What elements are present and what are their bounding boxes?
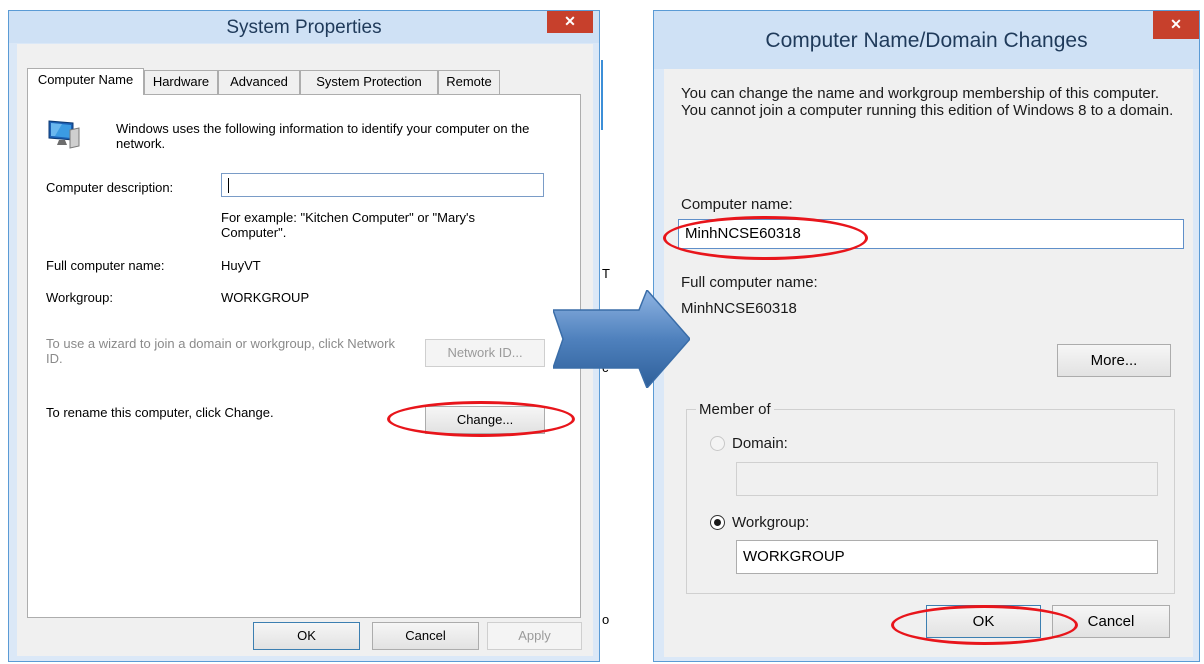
system-properties-dialog: System Properties ✕ Computer Name Hardwa… — [8, 10, 600, 662]
intro-text: You can change the name and workgroup me… — [681, 85, 1174, 119]
cancel-button[interactable]: Cancel — [1052, 605, 1170, 638]
network-id-hint: To use a wizard to join a domain or work… — [46, 336, 395, 366]
full-computer-name-label: Full computer name: — [681, 274, 818, 291]
close-icon: ✕ — [564, 13, 576, 29]
workgroup-label: Workgroup: — [732, 514, 810, 531]
apply-button[interactable]: Apply — [487, 622, 582, 650]
close-button[interactable]: ✕ — [1153, 11, 1199, 39]
tab-computer-name[interactable]: Computer Name — [27, 68, 144, 95]
title-bar: Computer Name/Domain Changes ✕ — [654, 11, 1199, 69]
close-button[interactable]: ✕ — [547, 11, 593, 33]
computer-name-input[interactable]: MinhNCSE60318 — [678, 219, 1184, 249]
domain-label: Domain: — [732, 435, 788, 452]
close-icon: ✕ — [1170, 16, 1182, 32]
ok-button[interactable]: OK — [253, 622, 360, 650]
radio-selected-dot — [714, 519, 721, 526]
tab-system-protection[interactable]: System Protection — [300, 70, 438, 94]
dialog-client-area: Computer Name Hardware Advanced System P… — [17, 44, 593, 656]
tab-advanced[interactable]: Advanced — [218, 70, 300, 94]
background-letter: T — [602, 266, 610, 281]
tab-panel: Windows uses the following information t… — [27, 94, 581, 618]
workgroup-label: Workgroup: — [46, 290, 113, 305]
example-text: For example: "Kitchen Computer" or "Mary… — [221, 210, 476, 240]
title-bar: System Properties ✕ — [9, 11, 599, 43]
full-computer-name-label: Full computer name: — [46, 258, 165, 273]
computer-icon — [46, 118, 80, 150]
rename-hint: To rename this computer, click Change. — [46, 405, 274, 420]
workgroup-radio[interactable] — [710, 515, 725, 530]
text-caret — [228, 178, 229, 193]
full-computer-name-value: MinhNCSE60318 — [681, 300, 797, 317]
tab-remote[interactable]: Remote — [438, 70, 500, 94]
cancel-button[interactable]: Cancel — [372, 622, 479, 650]
change-button[interactable]: Change... — [425, 406, 545, 434]
dialog-title: Computer Name/Domain Changes — [765, 29, 1088, 52]
background-letter: o — [602, 612, 610, 627]
transition-arrow-icon — [551, 288, 691, 390]
computer-name-changes-dialog: Computer Name/Domain Changes ✕ You can c… — [653, 10, 1200, 662]
ok-button[interactable]: OK — [926, 605, 1041, 638]
workgroup-value: WORKGROUP — [221, 290, 310, 305]
dialog-client-area: You can change the name and workgroup me… — [664, 69, 1193, 657]
intro-text: Windows uses the following information t… — [116, 121, 530, 151]
domain-radio[interactable] — [710, 436, 725, 451]
tab-hardware[interactable]: Hardware — [144, 70, 218, 94]
computer-description-input[interactable] — [221, 173, 544, 197]
dialog-title: System Properties — [226, 17, 382, 38]
domain-input[interactable] — [736, 462, 1158, 496]
full-computer-name-value: HuyVT — [221, 258, 261, 273]
computer-name-label: Computer name: — [681, 196, 793, 213]
computer-description-label: Computer description: — [46, 180, 174, 195]
workgroup-input[interactable]: WORKGROUP — [736, 540, 1158, 574]
screenshot-canvas: T c o System Properties ✕ Computer Name … — [0, 0, 1204, 664]
more-button[interactable]: More... — [1057, 344, 1171, 377]
member-of-legend: Member of — [696, 401, 774, 418]
network-id-button[interactable]: Network ID... — [425, 339, 545, 367]
